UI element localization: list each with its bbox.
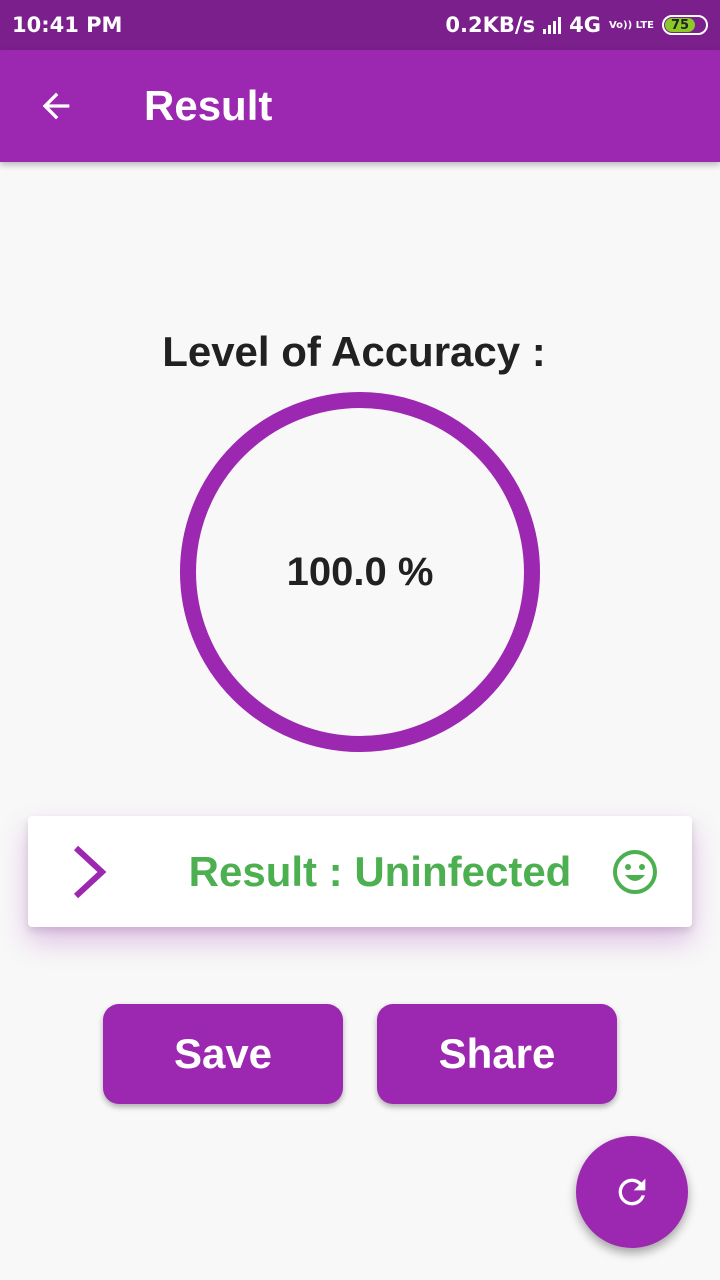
result-text: Result : Uninfected	[188, 847, 572, 895]
arrow-back-icon	[42, 92, 70, 120]
chevron-right-icon	[73, 845, 107, 898]
app-bar: Result	[0, 50, 720, 162]
network-speed: 0.2KB/s	[445, 13, 536, 37]
volte-icon: Vo)) LTE	[608, 19, 654, 31]
accuracy-value: 100.0 %	[286, 549, 434, 594]
signal-icon	[543, 16, 562, 34]
page-title: Result	[144, 82, 273, 129]
result-card[interactable]: Result : Uninfected	[28, 816, 692, 927]
refresh-button[interactable]	[576, 1136, 688, 1248]
refresh-icon	[618, 1178, 646, 1206]
status-indicators: 0.2KB/s 4G Vo)) LTE 75	[445, 13, 708, 37]
status-time: 10:41 PM	[12, 13, 123, 37]
network-type: 4G	[569, 13, 601, 37]
smiley-icon	[613, 849, 657, 894]
battery-level: 75	[665, 18, 695, 33]
share-button[interactable]: Share	[377, 1004, 617, 1104]
back-button[interactable]	[16, 66, 96, 146]
save-button[interactable]: Save	[103, 1004, 343, 1104]
battery-icon: 75	[662, 15, 708, 35]
accuracy-label: Level of Accuracy :	[162, 328, 546, 375]
status-bar: 10:41 PM 0.2KB/s 4G Vo)) LTE 75	[0, 0, 720, 50]
